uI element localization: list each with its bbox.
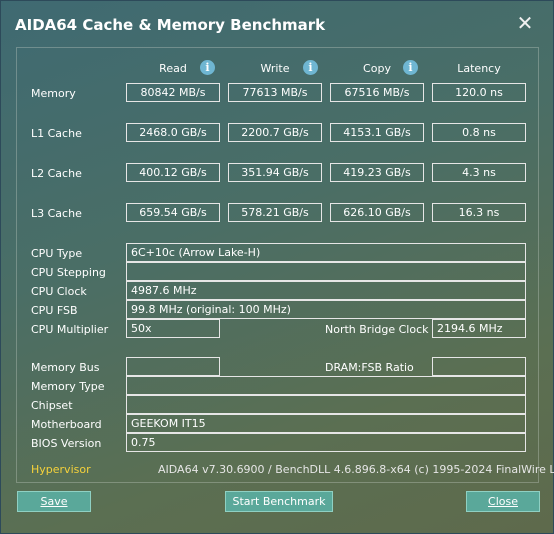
chipset-label: Chipset: [31, 399, 73, 412]
memory-read-value: 80842 MB/s: [126, 83, 220, 102]
memory-latency-value: 120.0 ns: [432, 83, 526, 102]
info-icon-read[interactable]: i: [200, 60, 215, 75]
row-label-memory: Memory: [31, 87, 76, 100]
l2-latency-value: 4.3 ns: [432, 163, 526, 182]
memory-copy-value: 67516 MB/s: [330, 83, 424, 102]
bios-version-value: 0.75: [126, 433, 526, 452]
l1-copy-value: 4153.1 GB/s: [330, 123, 424, 142]
close-icon[interactable]: ✕: [513, 11, 537, 35]
column-header-latency: Latency: [457, 62, 501, 75]
north-bridge-clock-value: 2194.6 MHz: [432, 319, 526, 338]
memory-type-value: [126, 376, 526, 395]
cpu-stepping-value: [126, 262, 526, 281]
l1-write-value: 2200.7 GB/s: [228, 123, 322, 142]
row-label-l1: L1 Cache: [31, 127, 82, 140]
title-bar[interactable]: AIDA64 Cache & Memory Benchmark ✕: [1, 1, 553, 47]
motherboard-value: GEEKOM IT15: [126, 414, 526, 433]
cpu-fsb-label: CPU FSB: [31, 304, 78, 317]
cpu-type-label: CPU Type: [31, 247, 83, 260]
north-bridge-clock-label: North Bridge Clock: [325, 323, 429, 336]
hypervisor-link[interactable]: Hypervisor: [31, 463, 91, 476]
dram-fsb-ratio-value: [432, 357, 526, 376]
memory-type-label: Memory Type: [31, 380, 105, 393]
cpu-type-value: 6C+10c (Arrow Lake-H): [126, 243, 526, 262]
start-benchmark-label: Start Benchmark: [232, 495, 326, 508]
memory-bus-value: [126, 357, 220, 376]
row-label-l2: L2 Cache: [31, 167, 82, 180]
cpu-fsb-value: 99.8 MHz (original: 100 MHz): [126, 300, 526, 319]
info-icon-write[interactable]: i: [303, 60, 318, 75]
save-button-label: Save: [40, 495, 68, 508]
cpu-clock-label: CPU Clock: [31, 285, 87, 298]
l2-copy-value: 419.23 GB/s: [330, 163, 424, 182]
l3-write-value: 578.21 GB/s: [228, 203, 322, 222]
close-button[interactable]: Close: [466, 491, 540, 512]
chipset-value: [126, 395, 526, 414]
l1-latency-value: 0.8 ns: [432, 123, 526, 142]
save-button[interactable]: Save: [17, 491, 91, 512]
l1-read-value: 2468.0 GB/s: [126, 123, 220, 142]
l3-read-value: 659.54 GB/s: [126, 203, 220, 222]
l3-copy-value: 626.10 GB/s: [330, 203, 424, 222]
cpu-multiplier-value: 50x: [126, 319, 220, 338]
memory-write-value: 77613 MB/s: [228, 83, 322, 102]
l3-latency-value: 16.3 ns: [432, 203, 526, 222]
start-benchmark-button[interactable]: Start Benchmark: [225, 491, 333, 512]
window-title: AIDA64 Cache & Memory Benchmark: [15, 16, 326, 34]
benchmark-window: AIDA64 Cache & Memory Benchmark ✕ Read i…: [0, 0, 554, 534]
dram-fsb-ratio-label: DRAM:FSB Ratio: [325, 361, 414, 374]
motherboard-label: Motherboard: [31, 418, 102, 431]
cpu-clock-value: 4987.6 MHz: [126, 281, 526, 300]
memory-bus-label: Memory Bus: [31, 361, 100, 374]
close-button-label: Close: [488, 495, 518, 508]
bios-version-label: BIOS Version: [31, 437, 102, 450]
l2-write-value: 351.94 GB/s: [228, 163, 322, 182]
cpu-stepping-label: CPU Stepping: [31, 266, 106, 279]
cpu-multiplier-label: CPU Multiplier: [31, 323, 109, 336]
version-credit: AIDA64 v7.30.6900 / BenchDLL 4.6.896.8-x…: [158, 463, 554, 476]
info-icon-copy[interactable]: i: [403, 60, 418, 75]
l2-read-value: 400.12 GB/s: [126, 163, 220, 182]
row-label-l3: L3 Cache: [31, 207, 82, 220]
